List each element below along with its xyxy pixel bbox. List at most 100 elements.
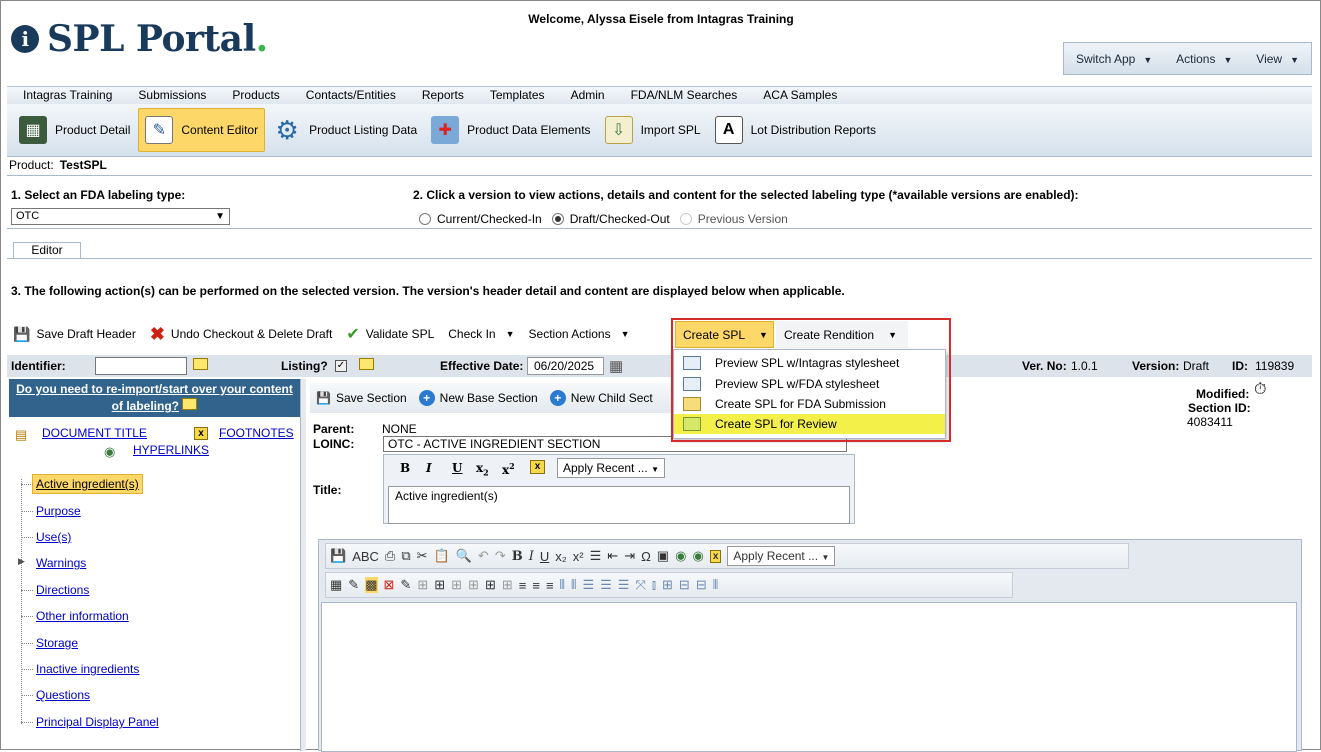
- table-properties-icon[interactable]: ✎: [348, 577, 359, 593]
- insert-column-icon[interactable]: ⫴: [571, 577, 576, 593]
- import-spl-button[interactable]: ⇩ Import SPL: [599, 108, 707, 152]
- italic-icon[interactable]: I: [426, 461, 432, 475]
- nav-products[interactable]: Products: [232, 87, 279, 104]
- bold-icon[interactable]: B: [512, 549, 523, 564]
- globe-unlink-icon[interactable]: ◉: [692, 548, 703, 564]
- cut-icon[interactable]: ✂: [417, 548, 428, 564]
- switch-app-menu[interactable]: Switch App ▼: [1076, 52, 1152, 66]
- product-data-elements-button[interactable]: ✚ Product Data Elements: [425, 108, 596, 152]
- lot-distribution-reports-button[interactable]: A Lot Distribution Reports: [709, 108, 882, 152]
- insert-row-icon[interactable]: ☰: [600, 577, 612, 593]
- title-input[interactable]: Active ingredient(s): [388, 486, 850, 524]
- indent-icon[interactable]: ⇥: [624, 548, 635, 564]
- check-in-menu[interactable]: Check In ▼: [448, 327, 514, 341]
- image-icon[interactable]: ▣: [657, 548, 669, 564]
- reimport-banner[interactable]: Do you need to re-import/start over your…: [9, 379, 300, 417]
- tree-item-storage[interactable]: Storage: [36, 636, 78, 650]
- tree-item-questions[interactable]: Questions: [36, 688, 90, 702]
- footnote-icon[interactable]: x: [530, 460, 545, 474]
- find-icon[interactable]: 🔍: [456, 548, 472, 564]
- actions-menu[interactable]: Actions ▼: [1176, 52, 1232, 66]
- merge-cell-icon[interactable]: ⫾: [652, 577, 656, 593]
- apply-recent-select[interactable]: Apply Recent ... ▼: [727, 546, 836, 566]
- tree-item-warnings[interactable]: Warnings: [36, 556, 86, 570]
- align-icon[interactable]: ≡: [546, 578, 554, 593]
- table-grid-icon[interactable]: ⊞: [485, 577, 496, 593]
- tab-editor[interactable]: Editor: [13, 242, 81, 259]
- nav-intagras-training[interactable]: Intagras Training: [23, 87, 112, 104]
- apply-recent-select[interactable]: Apply Recent ... ▼: [557, 458, 665, 478]
- radio-current[interactable]: Current/Checked-In: [419, 212, 542, 226]
- radio-draft[interactable]: Draft/Checked-Out: [551, 212, 670, 226]
- superscript-icon[interactable]: x2: [502, 461, 515, 477]
- table-grid-icon[interactable]: ⊞: [451, 577, 462, 593]
- nav-templates[interactable]: Templates: [490, 87, 545, 104]
- redo-icon[interactable]: ↷: [495, 548, 506, 564]
- merge-cell-icon[interactable]: ⫴: [713, 577, 718, 593]
- table-grid-icon[interactable]: ⊞: [502, 577, 513, 593]
- cell-edit-icon[interactable]: ✎: [400, 577, 411, 593]
- note-icon[interactable]: [193, 356, 208, 370]
- footnote-icon[interactable]: x: [709, 549, 722, 563]
- delete-table-icon[interactable]: ⊠: [384, 577, 395, 593]
- product-listing-data-button[interactable]: ⚙ Product Listing Data: [267, 108, 423, 152]
- validate-spl-button[interactable]: ✔ Validate SPL: [346, 324, 434, 344]
- spl-portal-logo[interactable]: i SPL Portal.: [11, 18, 268, 60]
- labeling-type-select[interactable]: OTC ▼: [11, 208, 230, 225]
- spellcheck-icon[interactable]: ABC: [352, 549, 379, 564]
- section-actions-menu[interactable]: Section Actions ▼: [529, 327, 630, 341]
- delete-row-icon[interactable]: ☰: [618, 577, 630, 593]
- editor-content-area[interactable]: [321, 602, 1297, 752]
- table-grid-icon[interactable]: ⊞: [468, 577, 479, 593]
- tree-item-inactive-ingredients[interactable]: Inactive ingredients: [36, 662, 139, 676]
- note-icon[interactable]: [359, 356, 374, 370]
- split-cell-icon[interactable]: ⤧: [635, 577, 645, 593]
- merge-cell-icon[interactable]: ⊟: [696, 577, 707, 593]
- save-section-button[interactable]: 💾 Save Section: [316, 391, 407, 405]
- globe-link-icon[interactable]: ◉: [675, 548, 686, 564]
- omega-symbol-icon[interactable]: Ω: [641, 549, 651, 564]
- stopwatch-icon[interactable]: ⏱: [1254, 381, 1266, 399]
- superscript-icon[interactable]: x²: [573, 549, 584, 564]
- expand-arrow-icon[interactable]: ▶: [18, 556, 25, 567]
- undo-icon[interactable]: ↶: [478, 548, 489, 564]
- underline-icon[interactable]: U: [452, 461, 462, 475]
- bold-icon[interactable]: B: [400, 461, 410, 475]
- nav-admin[interactable]: Admin: [571, 87, 605, 104]
- italic-icon[interactable]: I: [529, 549, 534, 564]
- outdent-icon[interactable]: ⇤: [607, 548, 618, 564]
- document-title-link[interactable]: DOCUMENT TITLE: [42, 426, 147, 440]
- insert-column-icon[interactable]: ⫴: [560, 577, 565, 593]
- underline-icon[interactable]: U: [540, 549, 549, 564]
- undo-checkout-button[interactable]: ✖ Undo Checkout & Delete Draft: [150, 324, 333, 345]
- insert-row-icon[interactable]: ☰: [582, 577, 594, 593]
- view-menu[interactable]: View ▼: [1256, 52, 1299, 66]
- tree-item-directions[interactable]: Directions: [36, 583, 89, 597]
- product-detail-button[interactable]: ▦ Product Detail: [13, 108, 136, 152]
- effective-date-input[interactable]: 06/20/2025: [527, 357, 604, 375]
- align-icon[interactable]: ≡: [532, 578, 540, 593]
- print-icon[interactable]: ⎙: [385, 548, 395, 564]
- table-grid-icon[interactable]: ⊞: [417, 577, 428, 593]
- new-base-section-button[interactable]: + New Base Section: [418, 390, 538, 406]
- list-icon[interactable]: ☰: [590, 548, 602, 564]
- tree-item-purpose[interactable]: Purpose: [36, 504, 81, 518]
- subscript-icon[interactable]: x₂: [555, 549, 567, 564]
- nav-aca-samples[interactable]: ACA Samples: [763, 87, 837, 104]
- tree-item-uses[interactable]: Use(s): [36, 530, 71, 544]
- save-icon[interactable]: 💾: [330, 548, 346, 564]
- merge-cell-icon[interactable]: ⊞: [662, 577, 673, 593]
- tree-item-principal-display-panel[interactable]: Principal Display Panel: [36, 715, 159, 729]
- nav-submissions[interactable]: Submissions: [138, 87, 206, 104]
- content-editor-button[interactable]: ✎ Content Editor: [138, 108, 266, 152]
- nav-reports[interactable]: Reports: [422, 87, 464, 104]
- merge-cell-icon[interactable]: ⊟: [679, 577, 690, 593]
- align-icon[interactable]: ≡: [519, 578, 527, 593]
- save-draft-header-button[interactable]: 💾 Save Draft Header: [13, 326, 136, 343]
- paste-icon[interactable]: 📋: [434, 548, 450, 564]
- tree-item-active-ingredients[interactable]: Active ingredient(s): [32, 474, 143, 494]
- listing-checkbox[interactable]: ✓: [335, 358, 347, 372]
- identifier-input[interactable]: [95, 357, 187, 375]
- footnotes-link[interactable]: FOOTNOTES: [219, 426, 294, 440]
- subscript-icon[interactable]: x2: [476, 461, 489, 477]
